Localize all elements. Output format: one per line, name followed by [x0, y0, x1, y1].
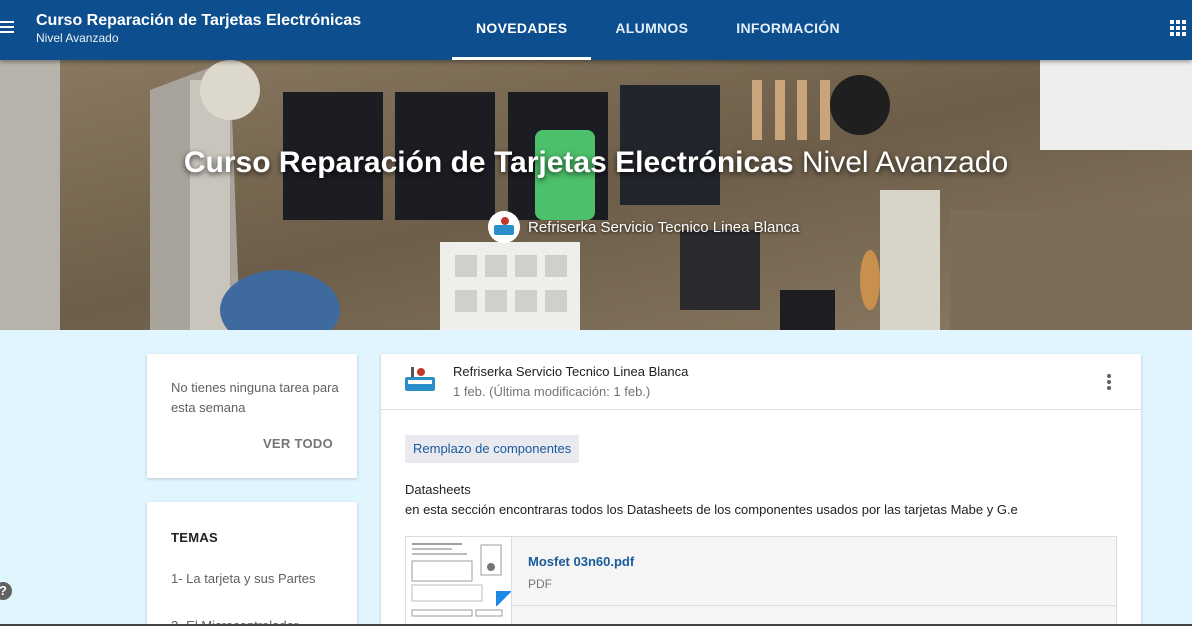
- tab-novedades[interactable]: NOVEDADES: [452, 0, 592, 60]
- topics-title: TEMAS: [171, 530, 218, 545]
- circuit-board-image: [0, 60, 1192, 330]
- help-icon[interactable]: ?: [0, 582, 12, 600]
- hamburger-menu-icon[interactable]: [0, 18, 16, 42]
- banner-title: Curso Reparación de Tarjetas Electrónica…: [183, 146, 1009, 179]
- document-preview-icon: [406, 537, 511, 607]
- announcement-card: Refriserka Servicio Tecnico Linea Blanca…: [381, 354, 1141, 626]
- owner-avatar: [488, 211, 520, 243]
- topic-chip[interactable]: Remplazo de componentes: [405, 435, 580, 463]
- author-logo-icon: [405, 367, 435, 391]
- no-tasks-text: No tienes ninguna tarea para esta semana: [171, 380, 339, 415]
- post-heading: Datasheets: [405, 482, 471, 497]
- post-date: 1 feb. (Última modificación: 1 feb.): [453, 384, 651, 399]
- owner-logo-icon: [488, 211, 520, 243]
- tab-informacion[interactable]: INFORMACIÓN: [712, 0, 864, 60]
- more-options-icon[interactable]: [1107, 374, 1111, 392]
- apps-grid-icon[interactable]: [1170, 20, 1186, 36]
- course-banner: Curso Reparación de Tarjetas Electrónica…: [0, 60, 1192, 330]
- post-author[interactable]: Refriserka Servicio Tecnico Linea Blanca: [453, 364, 688, 379]
- attachment-type: PDF: [528, 577, 552, 591]
- attachment-name[interactable]: Mosfet 03n60.pdf: [528, 554, 634, 569]
- tab-alumnos[interactable]: ALUMNOS: [591, 0, 712, 60]
- course-tabs: NOVEDADES ALUMNOS INFORMACIÓN: [452, 0, 864, 60]
- course-title: Curso Reparación de Tarjetas Electrónica…: [36, 12, 362, 29]
- upcoming-tasks-card: No tienes ninguna tarea para esta semana…: [147, 354, 357, 478]
- banner-owner[interactable]: Refriserka Servicio Tecnico Linea Blanca: [488, 211, 800, 243]
- course-header[interactable]: Curso Reparación de Tarjetas Electrónica…: [36, 11, 361, 45]
- topic-item[interactable]: 1- La tarjeta y sus Partes: [171, 571, 316, 586]
- document-preview-icon: [411, 609, 503, 617]
- attachment-item[interactable]: Mosfet 03n60.pdf PDF: [405, 536, 1117, 607]
- post-body: en esta sección encontraras todos los Da…: [405, 502, 1018, 517]
- post-header: Refriserka Servicio Tecnico Linea Blanca…: [381, 354, 1141, 410]
- course-section: Nivel Avanzado: [36, 31, 119, 45]
- top-app-bar: Curso Reparación de Tarjetas Electrónica…: [0, 0, 1192, 60]
- see-all-button[interactable]: VER TODO: [263, 436, 333, 451]
- pdf-thumbnail: [406, 606, 512, 626]
- attachment-item[interactable]: [405, 606, 1117, 626]
- topics-card: TEMAS 1- La tarjeta y sus Partes 2- El M…: [147, 502, 357, 626]
- owner-name: Refriserka Servicio Tecnico Linea Blanca: [528, 218, 800, 236]
- pdf-thumbnail: [406, 537, 512, 607]
